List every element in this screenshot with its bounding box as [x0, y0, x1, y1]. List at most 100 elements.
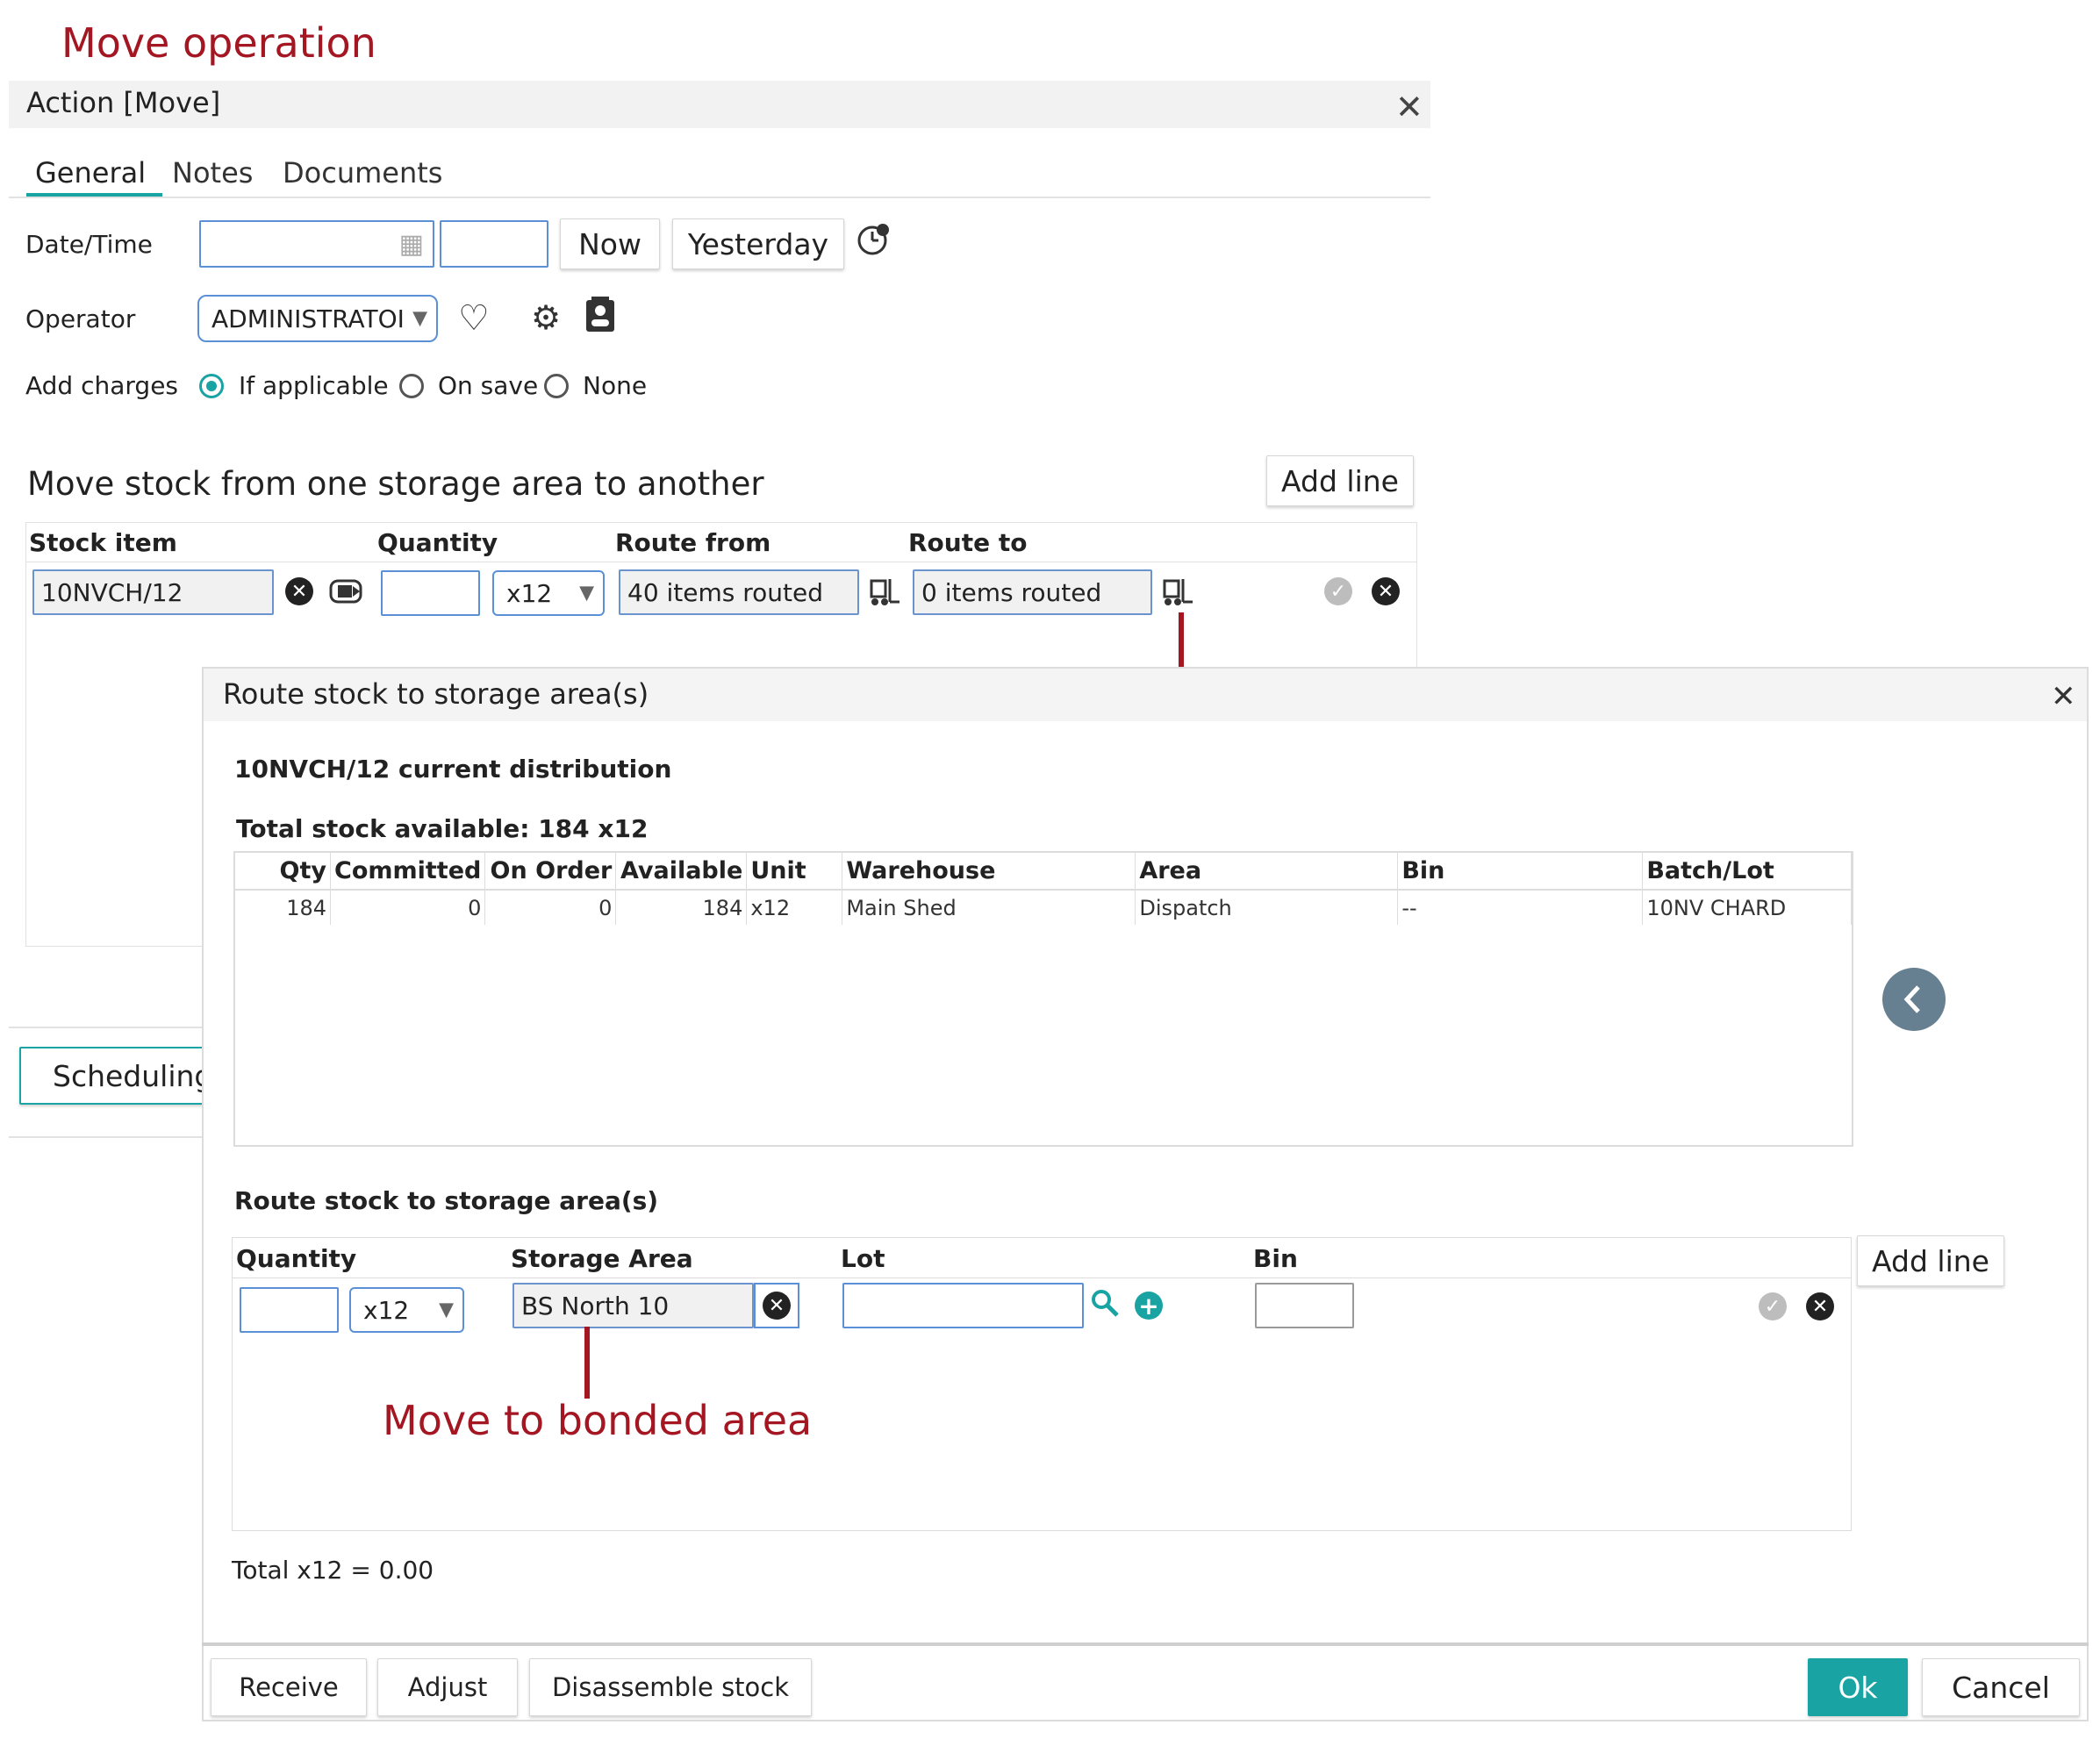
- route-quantity-input[interactable]: [240, 1287, 339, 1333]
- distribution-grid: Qty Committed On Order Available Unit Wa…: [235, 853, 1852, 925]
- cell-warehouse: Main Shed: [842, 889, 1136, 925]
- radio-on-save-label: On save: [438, 371, 539, 400]
- tab-notes[interactable]: Notes: [172, 156, 253, 190]
- quantity-input[interactable]: [381, 570, 480, 616]
- route-col-quantity: Quantity: [236, 1244, 357, 1273]
- add-line-button[interactable]: Add line: [1266, 455, 1414, 506]
- col-stock-item: Stock item: [29, 528, 177, 557]
- col-unit: Unit: [746, 853, 843, 890]
- route-dialog-title: Route stock to storage area(s): [223, 677, 649, 711]
- scheduling-bottom-divider: [9, 1136, 211, 1138]
- radio-on-save[interactable]: [399, 374, 424, 398]
- close-icon[interactable]: ✕: [1395, 88, 1423, 126]
- date-input[interactable]: ▦: [199, 220, 434, 268]
- route-total: Total x12 = 0.00: [232, 1556, 434, 1585]
- radio-if-applicable-label: If applicable: [239, 371, 389, 400]
- col-warehouse: Warehouse: [842, 853, 1136, 890]
- annotation-bonded-area: Move to bonded area: [383, 1397, 813, 1444]
- gear-icon[interactable]: ⚙: [531, 298, 561, 337]
- ok-button[interactable]: Ok: [1808, 1658, 1908, 1716]
- route-grid-header-divider: [232, 1277, 1852, 1278]
- col-quantity: Quantity: [377, 528, 498, 557]
- tab-divider: [9, 197, 1430, 198]
- cell-qty: 184: [235, 889, 331, 925]
- chevron-down-icon: ▼: [412, 307, 427, 330]
- tab-general[interactable]: General: [35, 156, 146, 190]
- lot-input[interactable]: [842, 1283, 1084, 1328]
- distribution-table: Qty Committed On Order Available Unit Wa…: [233, 851, 1853, 1147]
- annotation-title: Move operation: [61, 19, 376, 67]
- storage-area-clear-box[interactable]: ✕: [754, 1283, 799, 1328]
- search-icon[interactable]: [1090, 1288, 1120, 1318]
- route-from-input[interactable]: 40 items routed: [619, 569, 859, 615]
- route-unit-select[interactable]: x12 ▼: [349, 1287, 464, 1333]
- confirm-line-icon[interactable]: ✓: [1324, 577, 1352, 605]
- forklift-icon-route-to[interactable]: [1162, 577, 1193, 607]
- route-col-bin: Bin: [1253, 1244, 1298, 1273]
- clear-icon[interactable]: ✕: [763, 1292, 791, 1320]
- col-area: Area: [1135, 853, 1399, 890]
- tab-documents[interactable]: Documents: [283, 156, 442, 190]
- scheduling-button[interactable]: Scheduling: [19, 1047, 230, 1105]
- action-dialog-header: [9, 81, 1430, 128]
- storage-area-input[interactable]: BS North 10: [512, 1283, 754, 1328]
- contact-card-icon[interactable]: [584, 297, 616, 333]
- route-col-lot: Lot: [841, 1244, 885, 1273]
- calendar-icon[interactable]: ▦: [399, 229, 424, 260]
- cell-bin: --: [1397, 889, 1644, 925]
- add-lot-icon[interactable]: +: [1135, 1292, 1163, 1320]
- col-qty: Qty: [235, 853, 331, 890]
- radio-none[interactable]: [544, 374, 569, 398]
- cell-batch-lot: 10NV CHARD: [1642, 889, 1852, 925]
- route-col-storage-area: Storage Area: [511, 1244, 693, 1273]
- route-grid: [232, 1237, 1852, 1531]
- remove-line-icon[interactable]: ✕: [1372, 577, 1400, 605]
- add-charges-label: Add charges: [25, 371, 179, 400]
- heart-icon[interactable]: ♡: [458, 298, 490, 339]
- cancel-button[interactable]: Cancel: [1922, 1658, 2080, 1716]
- adjust-button[interactable]: Adjust: [377, 1658, 518, 1716]
- cell-area: Dispatch: [1135, 889, 1399, 925]
- back-chevron-icon[interactable]: [1882, 968, 1946, 1031]
- time-input[interactable]: [440, 220, 548, 268]
- annotation-pointer: [584, 1327, 590, 1399]
- print-icon[interactable]: [328, 576, 363, 607]
- cell-committed: 0: [330, 889, 486, 925]
- yesterday-button[interactable]: Yesterday: [672, 218, 844, 269]
- col-route-from: Route from: [615, 528, 771, 557]
- unit-select[interactable]: x12 ▼: [492, 570, 605, 616]
- stock-item-input[interactable]: 10NVCH/12: [32, 569, 274, 615]
- col-available: Available: [615, 853, 748, 890]
- clock-settings-icon[interactable]: [856, 221, 892, 256]
- scheduling-divider: [9, 1027, 211, 1028]
- operator-select[interactable]: ADMINISTRATOI ▼: [197, 295, 438, 342]
- route-to-input[interactable]: 0 items routed: [913, 569, 1152, 615]
- date-time-label: Date/Time: [25, 230, 153, 259]
- radio-none-label: None: [583, 371, 648, 400]
- disassemble-stock-button[interactable]: Disassemble stock: [529, 1658, 812, 1716]
- total-available: Total stock available: 184 x12: [236, 814, 649, 843]
- col-batch-lot: Batch/Lot: [1642, 853, 1852, 890]
- cell-available: 184: [615, 889, 748, 925]
- radio-if-applicable[interactable]: [199, 374, 224, 398]
- route-add-line-button[interactable]: Add line: [1857, 1235, 2004, 1286]
- clear-icon[interactable]: ✕: [285, 577, 313, 605]
- bin-input[interactable]: [1255, 1283, 1354, 1328]
- col-bin: Bin: [1397, 853, 1644, 890]
- col-committed: Committed: [330, 853, 486, 890]
- remove-route-line-icon[interactable]: ✕: [1806, 1292, 1834, 1320]
- forklift-icon[interactable]: [869, 577, 900, 607]
- cell-on-order: 0: [484, 889, 617, 925]
- route-section-title: Route stock to storage area(s): [234, 1186, 659, 1215]
- col-on-order: On Order: [484, 853, 617, 890]
- chevron-down-icon: ▼: [579, 582, 594, 605]
- close-icon[interactable]: ✕: [2051, 679, 2076, 714]
- confirm-route-line-icon[interactable]: ✓: [1759, 1292, 1787, 1320]
- section-title: Move stock from one storage area to anot…: [27, 465, 764, 503]
- distribution-title: 10NVCH/12 current distribution: [234, 755, 672, 784]
- receive-button[interactable]: Receive: [211, 1658, 367, 1716]
- footer-divider: [202, 1642, 2089, 1646]
- table-row[interactable]: 184 0 0 184 x12 Main Shed Dispatch -- 10…: [235, 889, 1852, 925]
- now-button[interactable]: Now: [560, 218, 660, 269]
- chevron-down-icon: ▼: [439, 1299, 454, 1321]
